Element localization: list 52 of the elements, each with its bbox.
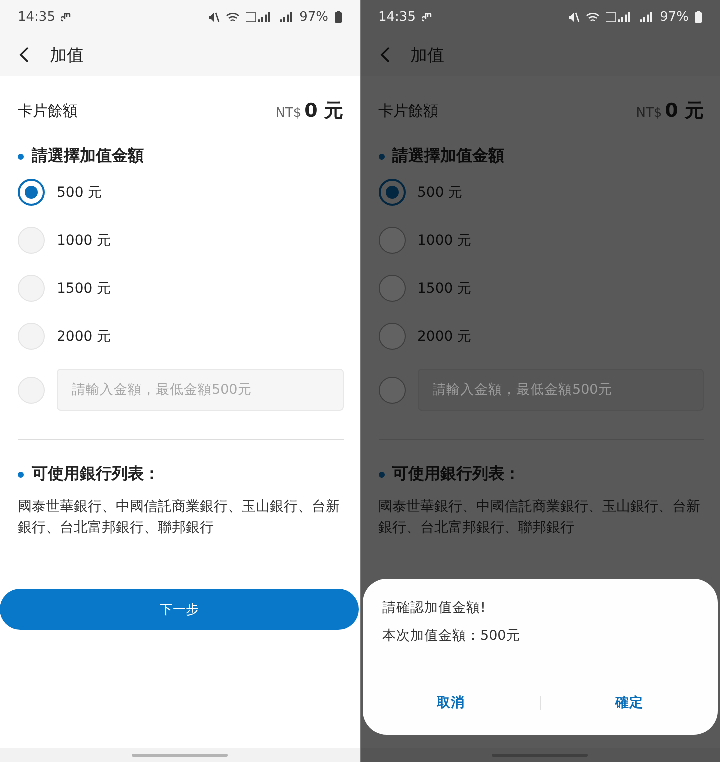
bullet-icon: [18, 472, 24, 478]
amount-option[interactable]: 2000 元: [418, 328, 472, 346]
notification-icon: [61, 12, 72, 22]
wifi-icon: [226, 12, 240, 22]
amount-option[interactable]: 500 元: [57, 184, 102, 202]
radio-button[interactable]: [378, 323, 406, 350]
currency-label: NT$: [276, 106, 302, 121]
home-handle[interactable]: [132, 754, 228, 756]
battery-percent: 97%: [660, 10, 689, 24]
battery-icon: [695, 11, 702, 23]
mute-icon: [568, 12, 580, 22]
dialog-button[interactable]: 確定: [540, 693, 718, 713]
notification-icon: [422, 12, 433, 22]
radio-button[interactable]: [18, 179, 45, 206]
signal-icon: [280, 12, 294, 22]
radio-button[interactable]: [378, 179, 406, 206]
dialog-message: 本次加值金額：500元: [382, 627, 522, 645]
status-time: 14:35: [378, 10, 416, 24]
radio-button[interactable]: [378, 275, 406, 302]
signal-icon: [640, 12, 654, 22]
section-title: 可使用銀行列表：: [32, 464, 160, 485]
section-title: 請選擇加值金額: [392, 146, 504, 167]
amount-option[interactable]: 1500 元: [418, 280, 472, 298]
radio-button[interactable]: [378, 227, 406, 254]
mute-icon: [208, 12, 220, 22]
status-time: 14:35: [18, 10, 56, 24]
amount-option[interactable]: 1000 元: [418, 232, 472, 250]
balance-label: 卡片餘額: [378, 102, 438, 120]
balance-amount: 0 元: [304, 99, 344, 124]
dialog-title: 請確認加值金額!: [382, 599, 487, 617]
wifi-icon: [586, 12, 600, 22]
amount-option[interactable]: 1500 元: [57, 280, 112, 298]
section-title: 請選擇加值金額: [32, 146, 144, 167]
bullet-icon: [378, 154, 384, 160]
dialog-button[interactable]: 取消: [362, 693, 540, 713]
bank-list-text: 國泰世華銀行、中國信託商業銀行、玉山銀行、台新銀行、台北富邦銀行、聯邦銀行: [378, 498, 702, 538]
section-title: 可使用銀行列表：: [392, 464, 520, 485]
amount-option[interactable]: 500 元: [418, 184, 463, 202]
radio-button[interactable]: [378, 376, 406, 404]
page-title: 加值: [410, 44, 444, 66]
balance-label: 卡片餘額: [18, 102, 78, 120]
amount-option[interactable]: 1000 元: [57, 232, 112, 250]
battery-icon: [334, 11, 342, 23]
bullet-icon: [18, 154, 24, 160]
battery-percent: 97%: [300, 10, 328, 24]
amount-input-field[interactable]: 請輸入金額，最低金額500元: [418, 369, 704, 411]
next-button[interactable]: 下一步: [0, 589, 359, 630]
balance-amount: 0 元: [665, 99, 704, 124]
bank-list-text: 國泰世華銀行、中國信託商業銀行、玉山銀行、台新銀行、台北富邦銀行、聯邦銀行: [18, 498, 341, 538]
page-title: 加值: [50, 44, 84, 66]
amount-option[interactable]: 2000 元: [57, 328, 112, 346]
bullet-icon: [378, 472, 384, 478]
